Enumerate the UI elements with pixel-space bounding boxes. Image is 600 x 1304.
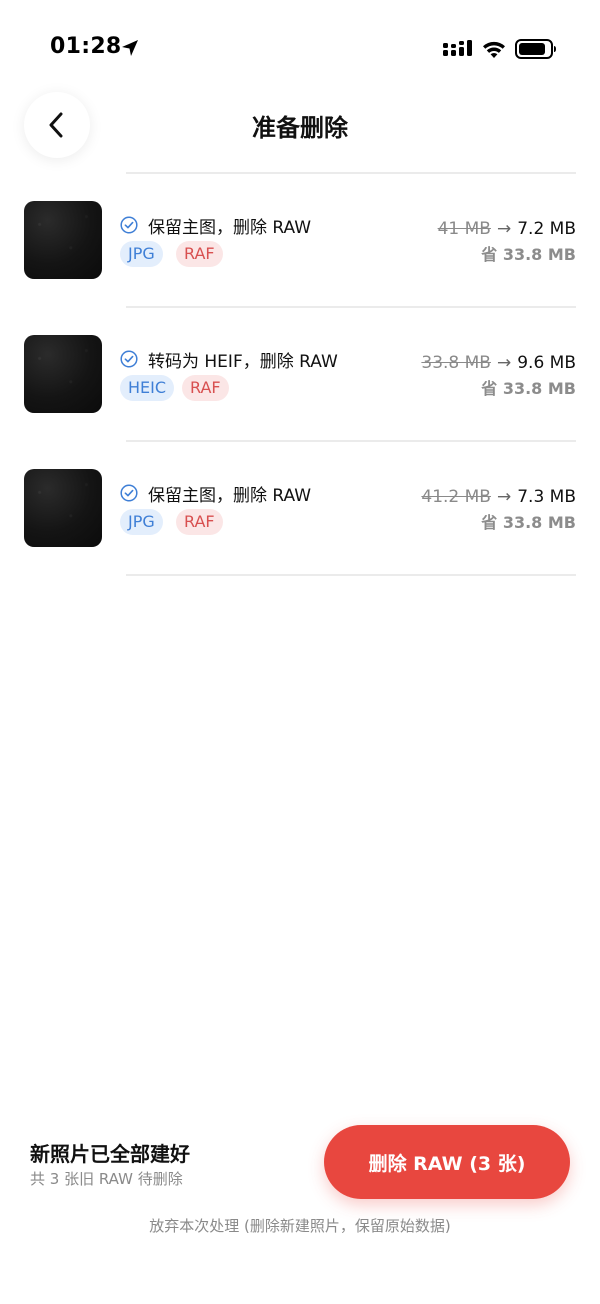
list-item[interactable]: 保留主图，删除 RAW JPG RAF 41 MB → 7.2 MB 省 33.…: [0, 201, 600, 333]
format-tag-raw: RAF: [182, 375, 229, 401]
check-circle-icon: [120, 216, 138, 234]
abandon-link[interactable]: 放弃本次处理 (删除新建照片，保留原始数据): [0, 1215, 600, 1236]
photo-thumbnail[interactable]: [24, 335, 102, 413]
divider: [126, 440, 576, 442]
item-action: 保留主图，删除 RAW: [148, 218, 312, 238]
format-tag-raw: RAF: [176, 241, 223, 267]
summary-subtitle: 共 3 张旧 RAW 待删除: [30, 1170, 183, 1188]
arrow-right-icon: →: [496, 219, 512, 239]
arrow-right-icon: →: [496, 353, 512, 373]
status-bar: 01:28: [0, 0, 600, 90]
divider: [126, 306, 576, 308]
check-circle-icon: [120, 484, 138, 502]
old-size: 33.8 MB: [421, 353, 491, 373]
wifi-icon: [483, 41, 505, 58]
battery-icon: [515, 39, 556, 59]
format-tag-new: JPG: [120, 509, 163, 535]
item-action: 转码为 HEIF，删除 RAW: [148, 352, 338, 372]
photo-thumbnail[interactable]: [24, 201, 102, 279]
status-time: 01:28: [50, 34, 122, 59]
format-tag-new: HEIC: [120, 375, 175, 401]
format-tag-raw: RAF: [176, 509, 223, 535]
location-arrow-icon: [122, 40, 138, 56]
item-action: 保留主图，删除 RAW: [148, 486, 312, 506]
format-tag-new: JPG: [120, 241, 163, 267]
saved-size: 省 33.8 MB: [481, 513, 576, 532]
check-circle-icon: [120, 350, 138, 368]
old-size: 41 MB: [437, 219, 491, 239]
new-size: 9.6 MB: [517, 353, 576, 373]
new-size: 7.2 MB: [517, 219, 576, 239]
photo-thumbnail[interactable]: [24, 469, 102, 547]
size-change: 41.2 MB → 7.3 MB: [421, 487, 576, 507]
delete-raw-button[interactable]: 删除 RAW (3 张): [324, 1125, 570, 1199]
summary-title: 新照片已全部建好: [30, 1142, 190, 1166]
divider: [126, 574, 576, 576]
size-change: 33.8 MB → 9.6 MB: [421, 353, 576, 373]
size-change: 41 MB → 7.2 MB: [438, 219, 576, 239]
arrow-right-icon: →: [496, 487, 512, 507]
list-item[interactable]: 保留主图，删除 RAW JPG RAF 41.2 MB → 7.3 MB 省 3…: [0, 469, 600, 601]
page-title: 准备删除: [252, 114, 348, 142]
old-size: 41.2 MB: [421, 487, 491, 507]
cellular-signal-icon: [443, 40, 472, 56]
saved-size: 省 33.8 MB: [481, 245, 576, 264]
list-item[interactable]: 转码为 HEIF，删除 RAW HEIC RAF 33.8 MB → 9.6 M…: [0, 335, 600, 467]
saved-size: 省 33.8 MB: [481, 379, 576, 398]
divider: [126, 172, 576, 174]
new-size: 7.3 MB: [517, 487, 576, 507]
